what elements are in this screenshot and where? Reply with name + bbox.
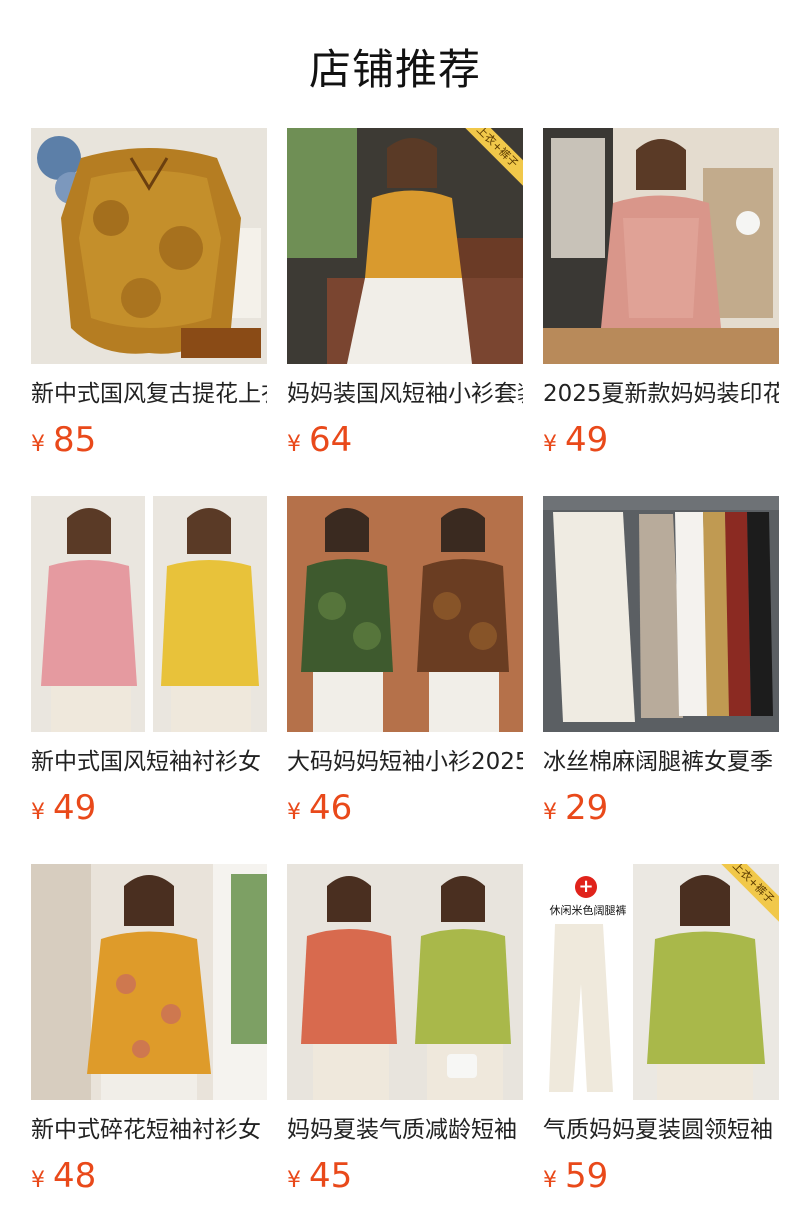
currency-symbol: ¥ [287,1168,301,1193]
product-price: ¥49 [543,418,779,462]
price-value: 85 [53,420,97,460]
product-price: ¥46 [287,786,523,830]
product-card[interactable]: + 休闲米色阔腿裤 上衣+裤子 气质妈妈夏装圆领短袖 ¥59 [543,864,779,1232]
store-recommend-page: 店铺推荐 新中式国风复古提花上衣 ¥ 85 上衣+裤子 妈妈装国风短袖小衫套装 … [0,0,790,1232]
pants-label: 休闲米色阔腿裤 [549,904,627,917]
product-name[interactable]: 妈妈夏装气质减龄短袖 [287,1114,523,1146]
price-value: 59 [565,1156,609,1196]
product-name[interactable]: 新中式国风短袖衬衫女 [31,746,267,778]
price-value: 49 [53,788,97,828]
product-image[interactable] [287,864,523,1100]
price-value: 48 [53,1156,97,1196]
product-price: ¥45 [287,1154,523,1198]
product-card[interactable]: 新中式国风短袖衬衫女 ¥49 [31,496,267,864]
currency-symbol: ¥ [31,800,45,825]
currency-symbol: ¥ [287,432,301,457]
plus-icon: + [575,876,597,898]
product-card[interactable]: 新中式国风复古提花上衣 ¥85 [31,128,267,496]
product-price: ¥29 [543,786,779,830]
currency-symbol: ¥ [543,800,557,825]
product-name[interactable]: 冰丝棉麻阔腿裤女夏季 [543,746,779,778]
product-image[interactable] [31,496,267,732]
product-name[interactable]: 气质妈妈夏装圆领短袖 [543,1114,779,1146]
product-image[interactable] [31,128,267,364]
currency-symbol: ¥ [543,1168,557,1193]
product-price: ¥48 [31,1154,267,1198]
product-price: ¥64 [287,418,523,462]
price-value: 46 [309,788,353,828]
currency-symbol: ¥ [543,432,557,457]
product-price: ¥59 [543,1154,779,1198]
product-image[interactable]: + 休闲米色阔腿裤 上衣+裤子 [543,864,779,1100]
product-card[interactable]: 上衣+裤子 妈妈装国风短袖小衫套装 ¥64 [287,128,523,496]
page-title: 店铺推荐 [308,45,481,94]
product-name[interactable]: 新中式碎花短袖衬衫女 [31,1114,267,1146]
product-image[interactable] [287,496,523,732]
price-value: 49 [565,420,609,460]
product-image[interactable] [543,128,779,364]
price-value: 64 [309,420,353,460]
product-card[interactable]: 大码妈妈短袖小衫2025新款 ¥46 [287,496,523,864]
product-card[interactable]: 2025夏新款妈妈装印花上衣 ¥49 [543,128,779,496]
product-card[interactable]: 妈妈夏装气质减龄短袖 ¥45 [287,864,523,1232]
product-name[interactable]: 大码妈妈短袖小衫2025新款 [287,746,523,778]
product-price: ¥85 [31,418,267,462]
product-card[interactable]: 新中式碎花短袖衬衫女 ¥48 [31,864,267,1232]
price-value: 45 [309,1156,353,1196]
product-name[interactable]: 妈妈装国风短袖小衫套装 [287,378,523,410]
product-image[interactable] [543,496,779,732]
currency-symbol: ¥ [31,432,45,457]
product-card[interactable]: 冰丝棉麻阔腿裤女夏季 ¥29 [543,496,779,864]
currency-symbol: ¥ [287,800,301,825]
product-image[interactable]: 上衣+裤子 [287,128,523,364]
currency-symbol: ¥ [31,1168,45,1193]
product-image[interactable] [31,864,267,1100]
product-name[interactable]: 2025夏新款妈妈装印花上衣 [543,378,779,410]
product-price: ¥49 [31,786,267,830]
product-name[interactable]: 新中式国风复古提花上衣 [31,378,267,410]
product-grid: 新中式国风复古提花上衣 ¥85 上衣+裤子 妈妈装国风短袖小衫套装 ¥ 64 2… [31,128,779,1232]
price-value: 29 [565,788,609,828]
